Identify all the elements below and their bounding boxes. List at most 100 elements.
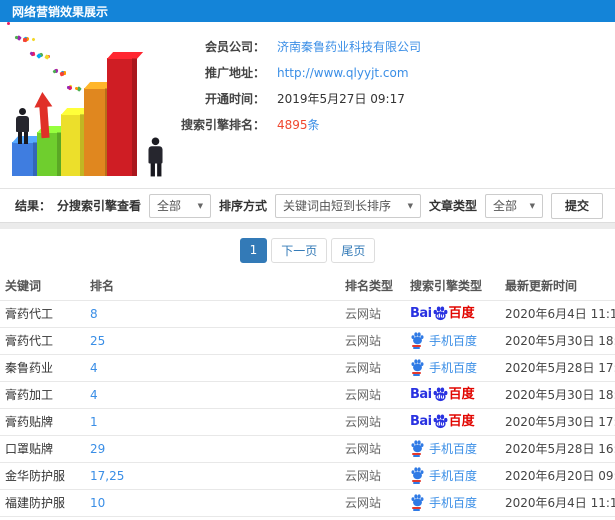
businessman-right-figure bbox=[148, 137, 163, 177]
header-keyword: 关键词 bbox=[5, 278, 42, 293]
keyword-ranking-table: 关键词 排名 排名类型 搜索引擎类型 最新更新时间 膏药代工 8 云网站 Bai… bbox=[0, 271, 615, 520]
engine-type-cell: 手机百度 bbox=[405, 488, 500, 516]
engine-type-cell: 手机百度 bbox=[405, 326, 500, 354]
chevron-down-icon: ▼ bbox=[197, 201, 203, 210]
page-1-button[interactable]: 1 bbox=[239, 237, 268, 263]
engine-type-cell: Bai du 百度 bbox=[405, 407, 500, 435]
header-rank-type: 排名类型 bbox=[345, 278, 394, 293]
pagination: 1 下一页 尾页 bbox=[0, 229, 615, 271]
baidu-pc-logo: Bai du 百度 bbox=[410, 414, 475, 429]
baidu-paw-icon bbox=[411, 467, 424, 480]
chevron-down-icon: ▼ bbox=[529, 201, 535, 210]
rank-link[interactable]: 4 bbox=[85, 380, 340, 408]
baidu-paw-icon: du bbox=[433, 387, 448, 402]
engine-type-cell: 手机百度 bbox=[405, 515, 500, 520]
rank-link[interactable]: 29 bbox=[85, 434, 340, 462]
table-row: 秦鲁药业 4 云网站 手机百度 2020年5月28日 17:02 bbox=[0, 353, 615, 381]
baidu-pc-logo: Bai du 百度 bbox=[410, 387, 475, 402]
top-section: 会员公司： 济南秦鲁药业科技有限公司 推广地址： http://www.qlyy… bbox=[0, 22, 615, 188]
baidu-mobile-logo: 手机百度 bbox=[410, 359, 477, 376]
baidu-pc-logo: Bai du 百度 bbox=[410, 306, 475, 321]
engine-type-cell: 手机百度 bbox=[405, 434, 500, 462]
table-row: 金华防护服 17,25 云网站 手机百度 2020年6月20日 09:25 bbox=[0, 461, 615, 489]
table-row: 福建防护服 10 云网站 手机百度 2020年6月4日 11:10 bbox=[0, 488, 615, 516]
baidu-paw-icon bbox=[411, 494, 424, 507]
submit-button[interactable]: 提交 bbox=[550, 192, 603, 219]
table-header-row: 关键词 排名 排名类型 搜索引擎类型 最新更新时间 bbox=[0, 271, 615, 300]
rank-link[interactable]: 8 bbox=[85, 299, 340, 327]
updated-time-cell: 2020年6月20日 09:25 bbox=[500, 461, 615, 489]
rank-link[interactable]: 4 bbox=[85, 353, 340, 381]
table-row: 膏药代工 25 云网站 手机百度 2020年5月30日 18:06 bbox=[0, 326, 615, 354]
engine-rank-value: 4895条 bbox=[277, 118, 320, 132]
article-type-select[interactable]: 全部 ▼ bbox=[484, 193, 543, 218]
keyword-cell: 膏药代工 bbox=[0, 326, 85, 354]
baidu-paw-icon: du bbox=[433, 306, 448, 321]
promo-url-row: 推广地址： http://www.qlyyjt.com bbox=[175, 60, 615, 85]
company-label: 会员公司： bbox=[204, 40, 265, 54]
rank-type-cell: 云网站 bbox=[340, 380, 405, 408]
svg-text:du: du bbox=[436, 314, 444, 320]
baidu-paw-icon bbox=[411, 332, 424, 345]
updated-time-cell: 2020年6月4日 11:10 bbox=[500, 488, 615, 516]
engine-type-cell: Bai du 百度 bbox=[405, 380, 500, 408]
opened-time-value: 2019年5月27日 09:17 bbox=[277, 92, 405, 106]
updated-time-cell bbox=[500, 515, 615, 520]
rank-type-cell: 云网站 bbox=[340, 488, 405, 516]
article-type-select-value: 全部 bbox=[492, 199, 517, 213]
keyword-cell: 秦鲁药业 bbox=[0, 353, 85, 381]
growth-chart-illustration bbox=[0, 22, 175, 188]
promo-url-link[interactable]: http://www.qlyyjt.com bbox=[277, 66, 409, 80]
baidu-mobile-logo: 手机百度 bbox=[410, 494, 477, 511]
last-page-button[interactable]: 尾页 bbox=[331, 237, 376, 263]
rank-type-cell: 云网站 bbox=[340, 407, 405, 435]
sort-select-value: 关键词由短到长排序 bbox=[282, 199, 391, 213]
rank-type-cell: 云网站 bbox=[340, 353, 405, 381]
rank-type-cell: 云网站 bbox=[340, 326, 405, 354]
art-bar bbox=[61, 114, 85, 176]
svg-text:du: du bbox=[436, 395, 444, 401]
rank-type-cell bbox=[340, 515, 405, 520]
rank-link[interactable]: 17,25 bbox=[85, 461, 340, 489]
art-bar bbox=[12, 142, 38, 176]
next-page-button[interactable]: 下一页 bbox=[271, 237, 328, 263]
baidu-mobile-logo: 手机百度 bbox=[410, 332, 477, 349]
sort-label: 排序方式 bbox=[218, 199, 267, 213]
up-arrow-icon bbox=[33, 91, 54, 140]
baidu-paw-icon bbox=[411, 359, 424, 372]
baidu-mobile-logo: 手机百度 bbox=[410, 440, 477, 457]
rank-type-cell: 云网站 bbox=[340, 461, 405, 489]
table-row: 膏药代工 8 云网站 Bai du 百度 2020年6月4日 11:15 bbox=[0, 299, 615, 327]
engine-select[interactable]: 全部 ▼ bbox=[148, 193, 211, 218]
updated-time-cell: 2020年5月28日 16:55 bbox=[500, 434, 615, 462]
chevron-down-icon: ▼ bbox=[407, 201, 413, 210]
rank-link[interactable]: 25 bbox=[85, 326, 340, 354]
updated-time-cell: 2020年5月30日 18:03 bbox=[500, 380, 615, 408]
sort-select[interactable]: 关键词由短到长排序 ▼ bbox=[274, 193, 421, 218]
baidu-paw-icon: du bbox=[433, 414, 448, 429]
rank-type-cell: 云网站 bbox=[340, 299, 405, 327]
rank-link[interactable] bbox=[85, 515, 340, 520]
header-rank: 排名 bbox=[90, 278, 115, 293]
article-type-label: 文章类型 bbox=[428, 199, 477, 213]
table-row: 膏药贴牌 1 云网站 Baidu百度 2020年5月30日 17:58 bbox=[0, 407, 615, 435]
rank-link[interactable]: 1 bbox=[85, 407, 340, 435]
opened-time-row: 开通时间： 2019年5月27日 09:17 bbox=[175, 86, 615, 111]
rank-link[interactable]: 10 bbox=[85, 488, 340, 516]
keyword-cell: 膏药代工 bbox=[0, 299, 85, 327]
keyword-cell: 膏药加工 bbox=[0, 380, 85, 408]
company-link[interactable]: 济南秦鲁药业科技有限公司 bbox=[277, 38, 421, 55]
member-info-panel: 会员公司： 济南秦鲁药业科技有限公司 推广地址： http://www.qlyy… bbox=[175, 22, 615, 188]
engine-rank-label: 搜索引擎排名： bbox=[180, 118, 265, 132]
baidu-paw-icon bbox=[411, 440, 424, 453]
table-row: 膏药加工 4 云网站 Baidu百度 2020年5月30日 18:03 bbox=[0, 380, 615, 408]
keyword-cell: 金华防护服 bbox=[0, 461, 85, 489]
updated-time-cell: 2020年5月28日 17:02 bbox=[500, 353, 615, 381]
section-divider bbox=[0, 222, 615, 229]
filter-controls: 分搜索引擎查看 全部 ▼ 排序方式 关键词由短到长排序 ▼ 文章类型 全部 ▼ … bbox=[57, 192, 603, 219]
page-title: 网络营销效果展示 bbox=[12, 4, 109, 19]
baidu-mobile-logo: 手机百度 bbox=[410, 467, 477, 484]
opened-time-label: 开通时间： bbox=[204, 92, 265, 106]
updated-time-cell: 2020年5月30日 17:58 bbox=[500, 407, 615, 435]
filter-bar: 结果： 分搜索引擎查看 全部 ▼ 排序方式 关键词由短到长排序 ▼ 文章类型 全… bbox=[0, 188, 615, 222]
